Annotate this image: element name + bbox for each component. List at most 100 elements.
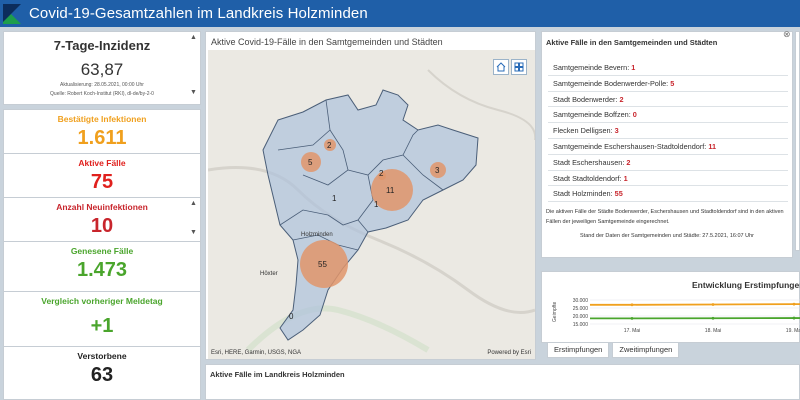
map-place-label: Holzminden — [301, 232, 333, 238]
map-view[interactable]: 2 5 2 11 3 1 1 55 0 Holzminden Höxter Es… — [208, 50, 535, 359]
scroll-up-icon[interactable]: ▲ — [190, 34, 197, 41]
stat-label: Bestätigte Infektionen — [57, 114, 147, 124]
stat-confirmed: Bestätigte Infektionen 1.611 — [4, 110, 200, 154]
basemap-gallery-icon[interactable] — [511, 59, 527, 75]
chart-point[interactable] — [630, 303, 634, 307]
stat-new: Anzahl Neuinfektionen 10 ▲ ▼ — [4, 198, 200, 242]
active-cases-panel: Aktive Fälle im Landkreis Holzminden — [205, 364, 800, 400]
map-buttons — [493, 59, 527, 75]
page-title: Covid-19-Gesamtzahlen im Landkreis Holzm… — [29, 5, 368, 22]
side-panel-edge — [795, 31, 800, 251]
list-item-name: Samtgemeinde Boffzen: — [553, 110, 633, 120]
stat-recovered: Genesene Fälle 1.473 — [4, 242, 200, 292]
vaccination-chart: Geimpfte 30.000 25.000 20.000 15.000 17. Mai… — [552, 298, 800, 334]
scroll-up-icon[interactable]: ▲ — [190, 200, 197, 207]
stat-value: +1 — [90, 315, 114, 337]
chart-point[interactable] — [792, 302, 796, 306]
home-icon[interactable] — [493, 59, 509, 75]
map-count: 0 — [289, 312, 294, 321]
list-item-name: Samtgemeinde Bevern: — [553, 63, 632, 72]
map-count: 1 — [332, 194, 337, 203]
list-item-count: 11 — [708, 141, 717, 151]
chart-xtick: 19. Mai — [786, 328, 800, 334]
list-item: Stadt Holzminden: 55 — [548, 186, 788, 203]
incidence-panel: 7-Tage-Inzidenz 63,87 Aktualisierung: 28… — [3, 31, 201, 105]
stat-label: Genesene Fälle — [70, 246, 134, 256]
map-count: 2 — [379, 169, 384, 178]
map-canvas[interactable]: 2 5 2 11 3 1 1 55 0 Holzminden Höxter — [208, 50, 535, 359]
map-attribution: Esri, HERE, Garmin, USGS, NGA — [211, 350, 302, 356]
incidence-updated: Aktualisierung: 28.05.2021, 00:00 Uhr — [60, 82, 144, 88]
stat-deaths: Verstorbene 63 — [4, 347, 200, 391]
list-item-name: Stadt Eschershausen: — [553, 157, 627, 167]
list-item-count: 1 — [631, 63, 636, 72]
incidence-source: Quelle: Robert Koch-Institut (RKI), dl-d… — [50, 91, 154, 97]
chart-xtick: 17. Mai — [624, 328, 640, 334]
stat-value: 75 — [90, 171, 114, 193]
stat-active: Aktive Fälle 75 — [4, 154, 200, 198]
list-item-name: Stadt Stadtoldendorf: — [553, 173, 624, 183]
stats-panel: Bestätigte Infektionen 1.611 Aktive Fäll… — [3, 109, 201, 400]
stat-value: 63 — [90, 364, 114, 386]
chart-point[interactable] — [792, 316, 796, 320]
incidence-scroll[interactable]: ▲ ▼ — [190, 34, 197, 96]
scroll-down-icon[interactable]: ▼ — [190, 229, 197, 236]
list-date: Stand der Daten der Samtgemeinden und St… — [580, 233, 754, 240]
list-item: Stadt Eschershausen: 2 — [548, 155, 788, 171]
map-title: Aktive Covid-19-Fälle in den Samtgemeind… — [211, 37, 443, 47]
chart-ytick: 15.000 — [573, 322, 589, 328]
map-place-label: Höxter — [260, 271, 278, 277]
list-title: Aktive Fälle in den Samtgemeinden und St… — [546, 38, 718, 47]
stat-label: Vergleich vorheriger Meldetag — [41, 296, 163, 306]
stat-scroll[interactable]: ▲ ▼ — [190, 200, 197, 236]
stat-value: 10 — [90, 215, 114, 237]
map-count: 3 — [435, 166, 440, 175]
tab-erstimpfungen[interactable]: Erstimpfungen — [547, 342, 610, 358]
list-item-count: 1 — [623, 173, 628, 183]
stat-label: Anzahl Neuinfektionen — [56, 202, 148, 212]
chart-ylabel: Geimpfte — [552, 301, 558, 322]
list-note: Die aktiven Fälle der Städte Bodenwerder… — [546, 209, 784, 226]
logo-icon — [3, 3, 23, 24]
map-count: 11 — [386, 186, 395, 195]
incidence-value: 63,87 — [80, 60, 124, 79]
list-item: Flecken Delligsen: 3 — [548, 123, 788, 139]
stat-value: 1.473 — [76, 259, 128, 281]
scroll-down-icon[interactable]: ▼ — [190, 89, 197, 96]
map-count: 2 — [327, 141, 332, 150]
map-powered-by[interactable]: Powered by Esri — [487, 350, 531, 356]
map-count: 55 — [318, 260, 327, 269]
stat-label: Verstorbene — [77, 351, 127, 361]
bottom-title: Aktive Fälle im Landkreis Holzminden — [210, 370, 345, 379]
chart-point[interactable] — [630, 317, 634, 320]
list-item-count: 55 — [614, 189, 623, 199]
list-item-name: Flecken Delligsen: — [553, 126, 615, 136]
municipality-list-panel: Aktive Fälle in den Samtgemeinden und St… — [541, 31, 793, 258]
list-item-count: 5 — [670, 78, 675, 88]
tab-zweitimpfungen[interactable]: Zweitimpfungen — [612, 342, 680, 358]
chart-ytick: 20.000 — [573, 314, 589, 320]
incidence-title: 7-Tage-Inzidenz — [53, 38, 151, 53]
list-item: Samtgemeinde Eschershausen-Stadtoldendor… — [548, 139, 788, 155]
map-panel: Aktive Covid-19-Fälle in den Samtgemeind… — [205, 31, 536, 360]
list-item-count: 3 — [614, 126, 619, 136]
list-item: Samtgemeinde Bevern: 1 — [548, 60, 788, 76]
vaccination-chart-panel: Entwicklung Erstimpfungen Geimpfte 30.00… — [541, 271, 800, 343]
chart-point[interactable] — [711, 316, 715, 320]
list-item-name: Stadt Holzminden: — [553, 189, 615, 199]
list-item: Stadt Stadtoldendorf: 1 — [548, 171, 788, 187]
list-item-name: Stadt Bodenwerder: — [553, 94, 620, 104]
chart-ytick: 25.000 — [573, 306, 589, 312]
map-count: 1 — [374, 200, 379, 209]
list-item-count: 0 — [632, 110, 637, 120]
municipality-list: Samtgemeinde Bevern: 1 Samtgemeinde Bode… — [548, 60, 788, 203]
chart-tabs: Erstimpfungen Zweitimpfungen — [547, 342, 680, 358]
chart-ytick: 30.000 — [573, 298, 589, 304]
list-item: Stadt Bodenwerder: 2 — [548, 92, 788, 108]
list-item-count: 2 — [619, 94, 624, 104]
stat-label: Aktive Fälle — [78, 158, 126, 168]
chart-point[interactable] — [711, 303, 715, 306]
list-item: Samtgemeinde Bodenwerder-Polle: 5 — [548, 76, 788, 92]
app-header: Covid-19-Gesamtzahlen im Landkreis Holzm… — [0, 0, 800, 27]
list-item-name: Samtgemeinde Eschershausen-Stadtoldendor… — [553, 141, 709, 151]
